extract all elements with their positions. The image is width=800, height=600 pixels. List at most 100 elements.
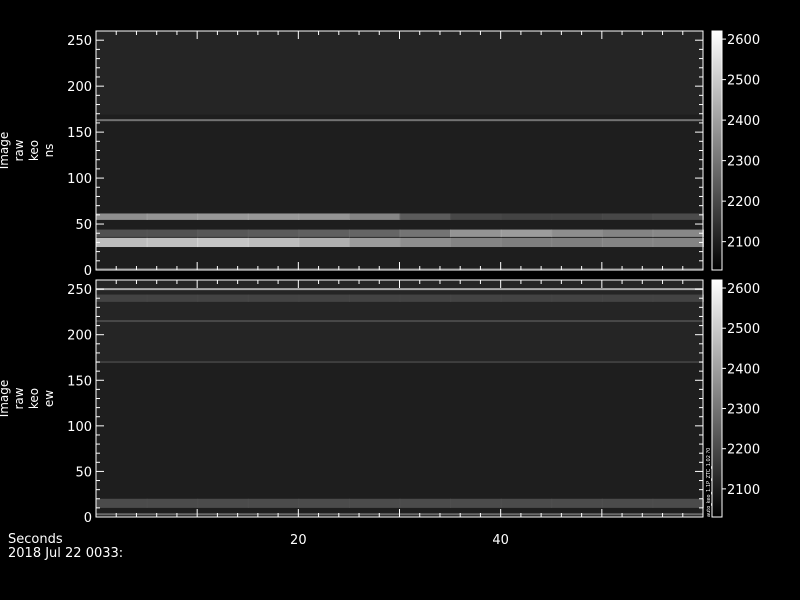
heatmap-band-segment [500,237,553,248]
heatmap-band-segment [551,237,603,248]
colorbar-tick-label: 2200 [727,443,760,458]
heatmap-band-segment [399,229,452,237]
panel-label-word: keo [27,140,41,161]
y-tick-label: 100 [67,420,92,435]
colorbar-tick-label: 2300 [727,155,760,170]
panel-label-word: ew [42,390,56,407]
colorbar-tick-label: 2300 [727,403,760,418]
y-tick-label: 250 [67,283,92,298]
heatmap-band-segment [348,498,401,508]
heatmap-band-segment [652,294,704,302]
colorbar-tick-label: 2100 [727,483,760,498]
heatmap-band-segment [247,294,300,302]
y-tick-label: 250 [67,34,92,49]
y-tick-label: 150 [67,374,92,389]
panel-ew: 0 50 100 150 200 250 Image raw keo ew 2100 2200 2300… [0,279,760,548]
heatmap-band-segment [146,294,199,302]
y-tick-label: 200 [67,80,92,95]
heatmap-band-segment [652,213,704,220]
panel-label-word: Image [0,132,11,170]
heatmap-band-segment [298,237,350,248]
panel-label-word: keo [27,388,41,409]
colorbar-tick-label: 2500 [727,74,760,89]
panel-ns: 0 50 100 150 200 250 Image raw keo ns 2100 2200 2300… [0,30,760,279]
heatmap-band-segment [652,498,704,508]
keogram-figure: 050100150200250Image raw keo ns210022002300… [0,30,760,561]
heatmap-band-segment [601,294,654,302]
colorbar [712,31,722,270]
heatmap-band-segment [348,237,401,248]
y-tick-label: 100 [67,172,92,187]
heatmap-band-segment [601,229,654,237]
heatmap-upper-glow [96,31,703,115]
x-axis-title: Seconds [8,532,63,547]
panel-label-word: Image [0,380,11,418]
heatmap-band-segment [652,237,704,248]
colorbar-note: auto_keo_1.1P_ZTC_1.02 ?0 [706,448,712,517]
heatmap-band-segment [146,213,199,220]
heatmap-band-segment [96,237,148,248]
heatmap-band-segment [96,229,148,237]
heatmap-band-segment [247,229,300,237]
colorbar-tick-label: 2500 [727,322,760,337]
colorbar [712,280,722,517]
heatmap-band-segment [652,229,704,237]
heatmap-band-segment [399,294,452,302]
colorbar-tick-label: 2400 [727,362,760,377]
heatmap-line [96,361,703,364]
y-tick-label: 150 [67,126,92,141]
y-tick-label: 0 [84,264,92,279]
heatmap-band-segment [551,294,603,302]
heatmap-band-segment [197,229,249,237]
heatmap-band-segment [551,213,603,220]
heatmap-band-segment [197,294,249,302]
heatmap-band-segment [197,213,249,220]
heatmap-band-segment [298,498,350,508]
heatmap-band-segment [551,498,603,508]
heatmap-band-segment [298,213,350,220]
heatmap-band-segment [601,498,654,508]
heatmap-band-segment [500,213,553,220]
date-label: 2018 Jul 22 0033: [8,546,123,561]
heatmap-band-segment [399,498,452,508]
colorbar-tick-label: 2600 [727,282,760,297]
heatmap-band-segment [348,229,401,237]
heatmap-band-segment [146,229,199,237]
y-tick-label: 200 [67,329,92,344]
colorbar-tick-label: 2400 [727,114,760,129]
heatmap-band-segment [399,213,452,220]
heatmap-band-segment [247,213,300,220]
colorbar-tick-label: 2200 [727,195,760,210]
x-tick-label: 20 [290,533,307,548]
heatmap-band-segment [96,213,148,220]
heatmap-band-segment [298,229,350,237]
panel-label-word: raw [12,139,26,161]
heatmap-band-segment [197,498,249,508]
heatmap-line [96,119,703,122]
heatmap-band-segment [450,498,502,508]
heatmap-band-segment [601,213,654,220]
heatmap-band-segment [348,213,401,220]
heatmap-band-segment [146,237,199,248]
heatmap-band-segment [348,294,401,302]
heatmap-band-segment [500,229,553,237]
heatmap-band-segment [551,229,603,237]
heatmap-line [96,288,703,291]
heatmap-band-segment [96,498,148,508]
heatmap-band-segment [450,237,502,248]
y-tick-label: 0 [84,511,92,526]
panel-label-word: raw [12,387,26,409]
heatmap-band-segment [450,213,502,220]
x-tick-label: 40 [492,533,509,548]
heatmap-band-segment [247,498,300,508]
heatmap-band-segment [601,237,654,248]
heatmap-band-segment [247,237,300,248]
heatmap-line [96,320,703,323]
heatmap-band-segment [146,498,199,508]
colorbar-tick-label: 2100 [727,236,760,251]
heatmap-band-segment [450,229,502,237]
panel-label-word: ns [42,144,56,158]
heatmap-band-segment [500,498,553,508]
heatmap-band-segment [197,237,249,248]
heatmap-band-segment [450,294,502,302]
